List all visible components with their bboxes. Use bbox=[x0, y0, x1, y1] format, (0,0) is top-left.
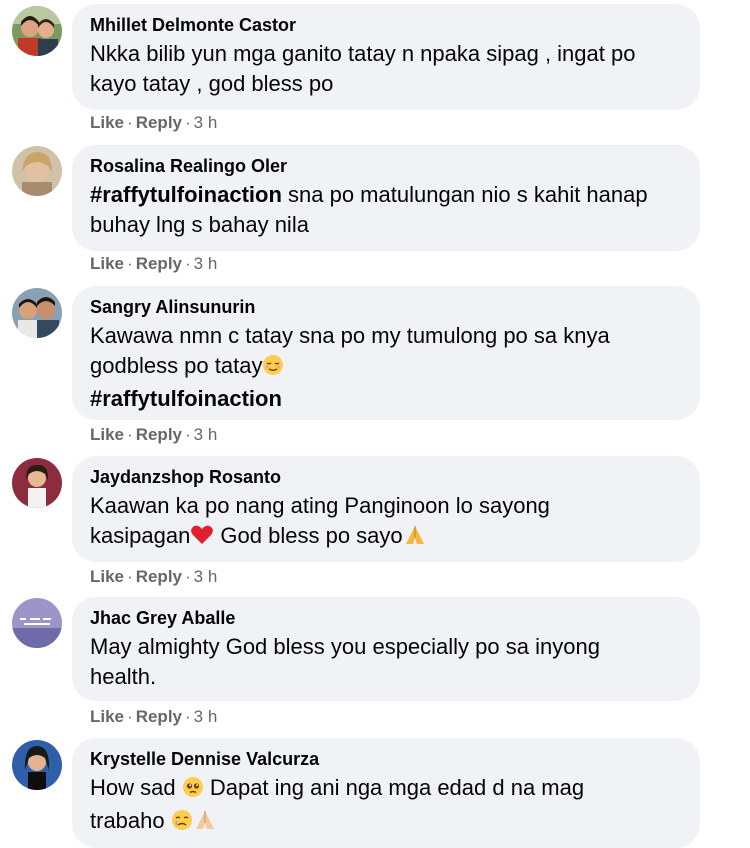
comment-author[interactable]: Jaydanzshop Rosanto bbox=[90, 466, 682, 488]
avatar[interactable] bbox=[12, 598, 62, 648]
comment-text-line: kasipagan God bless po sayo bbox=[90, 521, 682, 554]
avatar-photo-icon bbox=[12, 740, 62, 790]
comment-bubble: Mhillet Delmonte Castor Nkka bilib yun m… bbox=[72, 4, 700, 110]
folded-hands-emoji bbox=[193, 809, 217, 839]
avatar-photo-icon bbox=[12, 598, 62, 648]
comment-text: godbless po tatay bbox=[90, 353, 263, 378]
comment-bubble: Jhac Grey Aballe May almighty God bless … bbox=[72, 597, 700, 701]
comment-bubble: Krystelle Dennise Valcurza How sad Dapat… bbox=[72, 738, 700, 848]
reply-button[interactable]: Reply bbox=[136, 254, 182, 273]
avatar[interactable] bbox=[12, 146, 62, 196]
avatar-photo-icon bbox=[12, 6, 62, 56]
comment-bubble: Sangry Alinsunurin Kawawa nmn c tatay sn… bbox=[72, 286, 700, 420]
avatar-photo-icon bbox=[12, 146, 62, 196]
comment-timestamp[interactable]: 3 h bbox=[194, 707, 218, 726]
avatar[interactable] bbox=[12, 458, 62, 508]
comment-actions: Like · Reply · 3 h bbox=[90, 113, 218, 132]
reply-button[interactable]: Reply bbox=[136, 425, 182, 444]
avatar-photo-icon bbox=[12, 458, 62, 508]
comment-text: God bless po sayo bbox=[214, 523, 403, 548]
comment-text: kasipagan bbox=[90, 523, 191, 548]
reply-button[interactable]: Reply bbox=[136, 113, 182, 132]
comment-timestamp[interactable]: 3 h bbox=[194, 567, 218, 586]
comment-text-line: Kawawa nmn c tatay sna po my tumulong po… bbox=[90, 323, 610, 348]
comment-text-line: Nkka bilib yun mga ganito tatay n npaka … bbox=[90, 41, 636, 66]
comment-text-line: Kaawan ka po nang ating Panginoon lo say… bbox=[90, 493, 550, 518]
comment-author[interactable]: Rosalina Realingo Oler bbox=[90, 155, 682, 177]
like-button[interactable]: Like bbox=[90, 707, 124, 726]
comment-actions: Like · Reply · 3 h bbox=[90, 254, 218, 273]
comment-bubble: Jaydanzshop Rosanto Kaawan ka po nang at… bbox=[72, 456, 700, 562]
comment-actions: Like · Reply · 3 h bbox=[90, 707, 218, 726]
comment-author[interactable]: Sangry Alinsunurin bbox=[90, 296, 682, 318]
comment-author[interactable]: Mhillet Delmonte Castor bbox=[90, 14, 682, 36]
comment-timestamp[interactable]: 3 h bbox=[194, 425, 218, 444]
hashtag-link[interactable]: #raffytulfoinaction bbox=[90, 384, 682, 414]
comment-text: sna po matulungan nio s kahit hanap bbox=[281, 182, 648, 207]
red-heart-emoji bbox=[190, 524, 214, 554]
comment-text-line: health. bbox=[90, 664, 157, 689]
comment-text-line: #raffytulfoinaction sna po matulungan ni… bbox=[90, 180, 682, 210]
crying-face-emoji bbox=[171, 809, 193, 839]
like-button[interactable]: Like bbox=[90, 254, 124, 273]
comment-text-line: godbless po tatay bbox=[90, 351, 682, 384]
comment-text-line: kayo tatay , god bless po bbox=[90, 71, 334, 96]
hashtag-link[interactable]: #raffytulfoinaction bbox=[90, 182, 282, 207]
avatar[interactable] bbox=[12, 6, 62, 56]
comment-timestamp[interactable]: 3 h bbox=[194, 254, 218, 273]
comment-actions: Like · Reply · 3 h bbox=[90, 567, 218, 586]
like-button[interactable]: Like bbox=[90, 425, 124, 444]
comment-bubble: Rosalina Realingo Oler #raffytulfoinacti… bbox=[72, 145, 700, 251]
comment-text: How sad bbox=[90, 775, 182, 800]
comment-text-line: May almighty God bless you especially po… bbox=[90, 634, 600, 659]
comment-text-line: trabaho bbox=[90, 806, 682, 839]
reply-button[interactable]: Reply bbox=[136, 567, 182, 586]
comment-timestamp[interactable]: 3 h bbox=[194, 113, 218, 132]
comment-author[interactable]: Krystelle Dennise Valcurza bbox=[90, 748, 682, 770]
comment-author[interactable]: Jhac Grey Aballe bbox=[90, 607, 682, 629]
avatar[interactable] bbox=[12, 740, 62, 790]
like-button[interactable]: Like bbox=[90, 567, 124, 586]
comment-text-line: How sad Dapat ing ani nga mga edad d na … bbox=[90, 773, 682, 806]
avatar[interactable] bbox=[12, 288, 62, 338]
comment-actions: Like · Reply · 3 h bbox=[90, 425, 218, 444]
comment-text: trabaho bbox=[90, 808, 171, 833]
pleading-face-emoji bbox=[182, 776, 204, 806]
like-button[interactable]: Like bbox=[90, 113, 124, 132]
avatar-photo-icon bbox=[12, 288, 62, 338]
reply-button[interactable]: Reply bbox=[136, 707, 182, 726]
comment-text-line: buhay lng s bahay nila bbox=[90, 212, 309, 237]
relieved-face-emoji bbox=[262, 354, 284, 384]
folded-hands-emoji bbox=[403, 524, 427, 554]
comment-text: Dapat ing ani nga mga edad d na mag bbox=[203, 775, 585, 800]
